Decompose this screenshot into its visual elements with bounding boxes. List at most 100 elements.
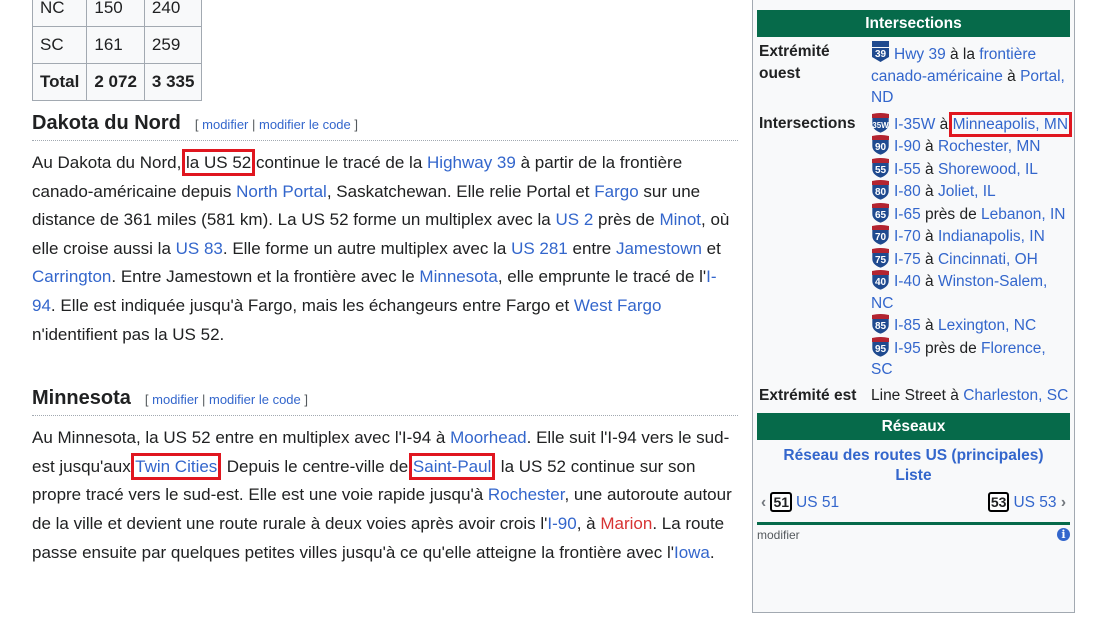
us53-shield-icon: 53 — [987, 492, 1010, 512]
table-cell-km: 259 — [143, 26, 203, 64]
text-run: . Entre Jamestown et la frontière avec l… — [111, 267, 420, 287]
intersections-label: Intersections — [759, 114, 856, 132]
west-end-value: 39 Hwy 39 à la frontière canado-américain… — [871, 41, 1070, 109]
intersection-item: 90 I-90 à Rochester, MN — [871, 134, 1070, 158]
edit-link[interactable]: modifier — [152, 392, 198, 407]
table-cell-state: SC — [31, 26, 88, 64]
interstate-shield-icon: 55 — [871, 157, 890, 178]
road-link[interactable]: I-40 — [894, 273, 921, 290]
text-run: . — [709, 542, 715, 562]
prev-route[interactable]: ‹ 51 US 51 — [761, 492, 839, 514]
infobox-edit-link[interactable]: modifier — [757, 528, 800, 542]
interstate-shield-icon: 40 — [871, 269, 890, 291]
text-run: Au Dakota du Nord, — [32, 153, 187, 172]
intersection-item: 65 I-65 près de Lebanon, IN — [871, 202, 1070, 226]
article-link[interactable]: Minot — [659, 210, 701, 229]
interstate-shield-icon: 75 — [871, 247, 890, 268]
table-row: SC 161 259 — [31, 26, 203, 64]
us51-link[interactable]: US 51 — [796, 494, 839, 511]
place-link[interactable]: Indianapolis, IN — [938, 228, 1045, 245]
interstate-shield-icon: 95 — [871, 336, 890, 357]
article-link[interactable]: North Portal — [236, 182, 327, 201]
intersection-item: 40 I-40 à Winston-Salem, NC — [871, 269, 1070, 314]
article-link[interactable]: I-90 — [547, 514, 576, 533]
article-link[interactable]: Minnesota — [419, 267, 497, 286]
road-link[interactable]: I-80 — [894, 183, 921, 200]
edit-links: [ modifier | modifier le code ] — [145, 392, 308, 407]
info-icon[interactable]: i — [1057, 528, 1070, 541]
road-link[interactable]: I-75 — [894, 251, 921, 268]
article-link[interactable]: Carrington — [32, 267, 111, 286]
intersections-header: Intersections — [757, 10, 1070, 37]
article-link[interactable]: Highway 39 — [427, 153, 516, 172]
text-run: près de — [593, 210, 660, 230]
place-link[interactable]: Minneapolis, MN — [948, 111, 1073, 137]
text-run: entre — [567, 238, 616, 258]
preposition: à — [920, 250, 938, 268]
place-link[interactable]: Shorewood, IL — [938, 161, 1038, 178]
table-row: NC 150 240 — [31, 0, 203, 27]
separator: | — [198, 392, 209, 408]
edit-code-link[interactable]: modifier le code — [259, 117, 351, 132]
us53-link[interactable]: US 53 — [1013, 494, 1056, 511]
text-run: n'identifient pas la US 52. — [32, 324, 225, 344]
text-run: . Depuis le centre-ville de — [217, 456, 413, 476]
road-link[interactable]: I-70 — [894, 228, 921, 245]
hwy39-link[interactable]: Hwy 39 — [894, 46, 946, 63]
road-link[interactable]: I-55 — [894, 161, 921, 178]
article-link[interactable]: Rochester — [488, 485, 565, 504]
place-link[interactable]: Cincinnati, OH — [938, 251, 1038, 268]
article-link[interactable]: Moorhead — [450, 428, 527, 447]
article-link[interactable]: Saint-Paul — [408, 452, 496, 480]
bracket: ] — [350, 117, 359, 132]
article-link[interactable]: Iowa — [674, 543, 710, 562]
text-run: . Elle est indiquée jusqu'à Fargo, mais … — [50, 295, 574, 315]
preposition: à — [935, 115, 953, 133]
us51-shield-icon: 51 — [770, 492, 793, 512]
section-paragraph: Au Dakota du Nord, la US 52 continue le … — [32, 149, 738, 349]
text-run: , Saskatchewan. Elle relie Portal et — [326, 181, 595, 201]
edit-code-link[interactable]: modifier le code — [209, 392, 301, 407]
intersections-list: 35W I-35W à Minneapolis, MN 90 I-90 à Roche… — [871, 111, 1073, 381]
svg-text:40: 40 — [875, 277, 887, 288]
networks-header: Réseaux — [757, 413, 1070, 440]
article-link[interactable]: US 281 — [511, 239, 568, 258]
article-link[interactable]: Fargo — [594, 182, 638, 201]
article-link[interactable]: US 83 — [176, 239, 223, 258]
article-link[interactable]: US 2 — [555, 210, 593, 229]
road-link[interactable]: I-90 — [894, 138, 921, 155]
preposition: à — [920, 183, 938, 200]
network-link[interactable]: Réseau des routes US (principales) — [783, 447, 1043, 464]
road-link[interactable]: I-95 — [894, 340, 921, 357]
text-run: la US 52 — [182, 149, 256, 176]
road-link[interactable]: I-85 — [894, 317, 921, 334]
text-run: , à — [576, 513, 601, 533]
section-paragraph: Au Minnesota, la US 52 entre en multiple… — [32, 424, 738, 567]
intersection-item: 75 I-75 à Cincinnati, OH — [871, 247, 1070, 271]
article-link[interactable]: Marion — [600, 514, 652, 533]
section-title: Minnesota — [32, 387, 131, 410]
article-link[interactable]: Jamestown — [616, 239, 702, 258]
table-cell-state: NC — [31, 0, 88, 27]
road-link[interactable]: I-65 — [894, 206, 921, 223]
place-link[interactable]: Joliet, IL — [938, 183, 996, 200]
table-cell-km: 240 — [143, 0, 203, 27]
article-link[interactable]: West Fargo — [574, 296, 662, 315]
road-link[interactable]: I-35W — [894, 116, 935, 133]
next-route[interactable]: 53 US 53 › — [987, 492, 1066, 514]
edit-link[interactable]: modifier — [202, 117, 248, 132]
section-heading: Dakota du Nord [ modifier | modifier le c… — [32, 110, 738, 141]
svg-text:35W: 35W — [872, 121, 889, 130]
place-link[interactable]: Lebanon, IN — [981, 206, 1065, 223]
table-cell-state: Total — [31, 63, 88, 101]
list-link[interactable]: Liste — [895, 467, 931, 484]
svg-text:90: 90 — [875, 142, 887, 153]
place-link[interactable]: Rochester, MN — [938, 138, 1041, 155]
place-link[interactable]: Lexington, NC — [938, 317, 1036, 334]
charleston-link[interactable]: Charleston, SC — [963, 387, 1068, 404]
article-link[interactable]: Twin Cities — [131, 452, 222, 480]
text-run: , elle emprunte le tracé de l' — [497, 267, 707, 287]
preposition: à — [920, 138, 938, 155]
intersection-item: 55 I-55 à Shorewood, IL — [871, 157, 1070, 181]
intersection-item: 35W I-35W à Minneapolis, MN — [871, 111, 1073, 137]
